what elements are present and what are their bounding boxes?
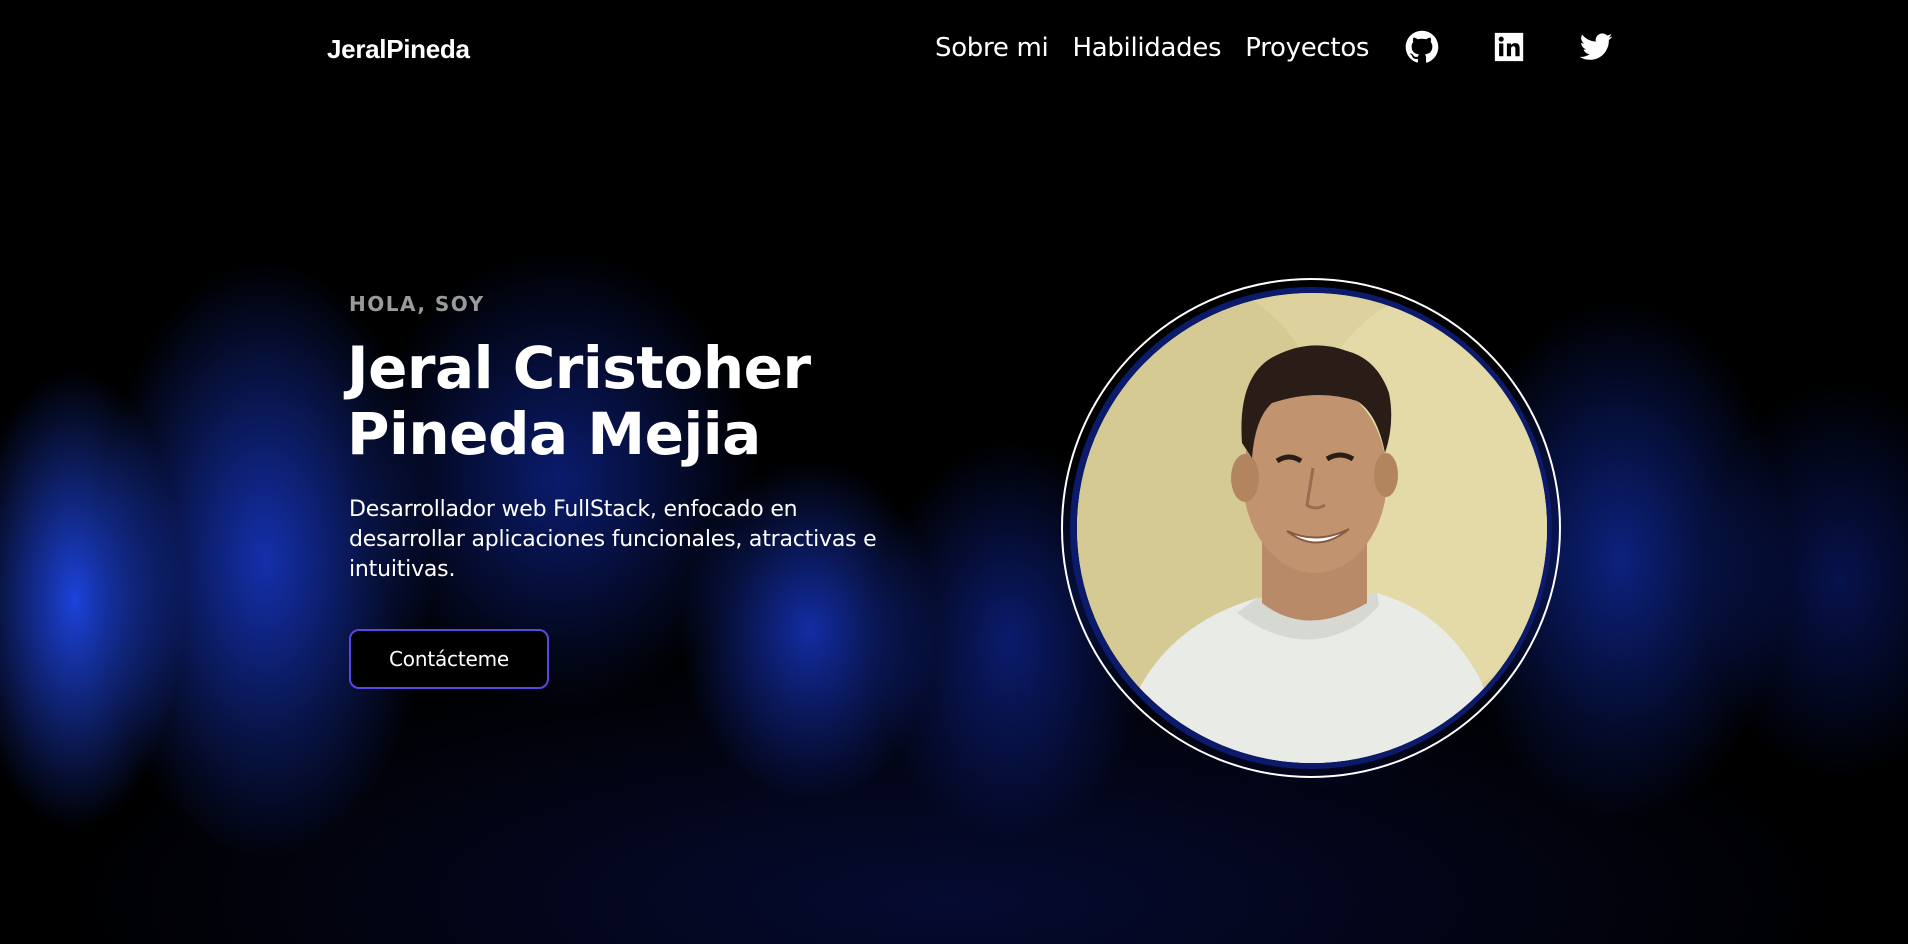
hero-title: Jeral Cristoher Pineda Mejia [347, 335, 907, 467]
site-logo[interactable]: JeralPineda [327, 34, 470, 65]
profile-photo [1077, 293, 1547, 763]
hero-title-line-1: Jeral Cristoher [347, 334, 811, 402]
hero-greeting: HOLA, SOY [349, 292, 485, 316]
hero-description: Desarrollador web FullStack, enfocado en… [349, 497, 877, 582]
nav-links: Sobre mi Habilidades Proyectos [935, 33, 1369, 63]
top-navigation: JeralPineda Sobre mi Habilidades Proyect… [0, 0, 1908, 100]
nav-link-habilidades[interactable]: Habilidades [1072, 33, 1221, 63]
linkedin-icon[interactable] [1492, 30, 1526, 64]
nav-link-sobre-mi[interactable]: Sobre mi [935, 33, 1049, 63]
nav-link-proyectos[interactable]: Proyectos [1245, 33, 1369, 63]
background-glow [0, 0, 1908, 944]
contact-button[interactable]: Contácteme [349, 629, 549, 689]
twitter-icon[interactable] [1579, 30, 1613, 64]
hero-title-line-2: Pineda Mejia [347, 400, 761, 468]
github-icon[interactable] [1405, 30, 1439, 64]
